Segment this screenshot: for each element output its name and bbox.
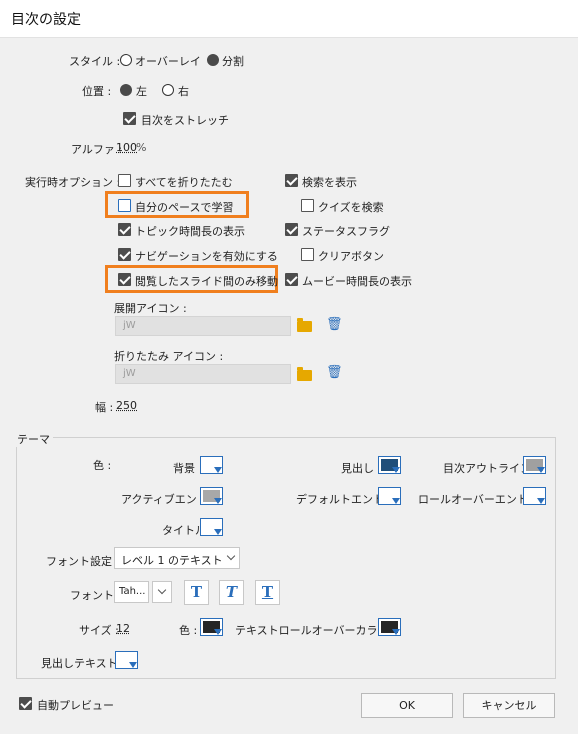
folder-icon[interactable]	[297, 318, 312, 332]
theme-group-label: テーマ	[14, 431, 53, 447]
alpha-label: アルファ :	[71, 143, 123, 156]
runtime-options-label: 実行時オプション :	[25, 176, 121, 189]
split-radio[interactable]	[207, 54, 219, 66]
width-value[interactable]: 250	[116, 399, 137, 412]
font-family-dropdown[interactable]	[152, 581, 172, 603]
movie-duration-checkbox[interactable]	[285, 273, 298, 286]
collapse-all-checkbox[interactable]	[118, 174, 131, 187]
size-value[interactable]: 12	[116, 622, 130, 635]
heading-color-swatch[interactable]	[378, 456, 401, 474]
left-radio[interactable]	[120, 84, 132, 96]
quiz-search-checkbox[interactable]	[301, 199, 314, 212]
expand-icon-field[interactable]: jW	[115, 316, 291, 336]
text-rollover-color-swatch[interactable]	[378, 618, 401, 636]
stretch-checkbox[interactable]	[123, 112, 136, 125]
title-bar: 目次の設定	[0, 0, 578, 38]
left-label[interactable]: 左	[136, 83, 147, 99]
text-rollover-color-label: テキストロールオーバーカラー :	[235, 624, 396, 637]
size-label: サイズ :	[79, 624, 119, 637]
bold-button[interactable]: T	[184, 580, 209, 605]
underline-button[interactable]: T	[255, 580, 280, 605]
topic-duration-checkbox[interactable]	[118, 223, 131, 236]
rollover-entry-color-swatch[interactable]	[523, 487, 546, 505]
show-search-label[interactable]: 検索を表示	[302, 174, 357, 190]
collapse-all-label[interactable]: すべてを折りたたむ	[135, 174, 233, 190]
text-color-label: 色 :	[179, 624, 198, 637]
clear-button-label[interactable]: クリアボタン	[318, 248, 384, 264]
auto-preview-checkbox[interactable]	[19, 697, 32, 710]
cancel-button[interactable]: キャンセル	[463, 693, 555, 718]
quiz-search-label[interactable]: クイズを検索	[318, 199, 384, 215]
font-setting-select[interactable]: レベル 1 のテキスト	[114, 547, 240, 569]
right-radio[interactable]	[162, 84, 174, 96]
toc-outline-label: 目次アウトライン	[443, 462, 531, 475]
active-entry-color-swatch[interactable]	[200, 487, 223, 505]
trash-icon[interactable]: 🗑	[326, 317, 343, 332]
clear-button-checkbox[interactable]	[301, 248, 314, 261]
background-label: 背景	[173, 462, 195, 475]
show-search-checkbox[interactable]	[285, 174, 298, 187]
stretch-label[interactable]: 目次をストレッチ	[141, 112, 229, 128]
alpha-unit: %	[136, 141, 147, 154]
font-setting-value: レベル 1 のテキスト	[121, 554, 223, 567]
toc-outline-color-swatch[interactable]	[523, 456, 546, 474]
movie-duration-label[interactable]: ムービー時間長の表示	[302, 273, 412, 289]
font-family-select[interactable]: Tah...	[114, 581, 149, 603]
collapse-icon-field[interactable]: jW	[115, 364, 291, 384]
folder-icon[interactable]	[297, 367, 312, 381]
italic-button[interactable]: T	[219, 580, 244, 605]
enable-navigation-label[interactable]: ナビゲーションを有効にする	[135, 248, 278, 264]
text-color-swatch[interactable]	[200, 618, 223, 636]
overlay-label[interactable]: オーバーレイ	[135, 53, 201, 69]
rollover-entry-label: ロールオーバーエントリ	[418, 493, 539, 506]
chevron-down-icon	[226, 551, 236, 561]
style-label: スタイル :	[69, 55, 121, 68]
status-flag-label[interactable]: ステータスフラグ	[302, 223, 390, 239]
heading-text-label: 見出しテキスト	[41, 657, 118, 670]
move-visited-checkbox[interactable]	[118, 273, 131, 286]
self-paced-label[interactable]: 自分のペースで学習	[135, 199, 233, 215]
color-label: 色 :	[93, 459, 112, 472]
background-color-swatch[interactable]	[200, 456, 223, 474]
overlay-radio[interactable]	[120, 54, 132, 66]
window-title: 目次の設定	[11, 12, 81, 28]
auto-preview-label[interactable]: 自動プレビュー	[37, 697, 114, 713]
width-label: 幅 :	[95, 401, 114, 414]
ok-button[interactable]: OK	[361, 693, 453, 718]
alpha-value[interactable]: 100	[116, 141, 137, 154]
status-flag-checkbox[interactable]	[285, 223, 298, 236]
title-color-swatch[interactable]	[200, 518, 223, 536]
move-visited-label[interactable]: 閲覧したスライド間のみ移動	[135, 273, 278, 289]
default-entry-color-swatch[interactable]	[378, 487, 401, 505]
font-family-value: Tah...	[119, 586, 146, 597]
split-label[interactable]: 分割	[222, 53, 244, 69]
heading-text-color-swatch[interactable]	[115, 651, 138, 669]
position-label: 位置 :	[82, 85, 112, 98]
right-label[interactable]: 右	[178, 83, 189, 99]
trash-icon[interactable]: 🗑	[326, 365, 343, 380]
self-paced-checkbox[interactable]	[118, 199, 131, 212]
collapse-icon-label: 折りたたみ アイコン :	[114, 350, 224, 363]
enable-navigation-checkbox[interactable]	[118, 248, 131, 261]
expand-icon-label: 展開アイコン :	[114, 302, 187, 315]
heading-label: 見出し	[341, 462, 374, 475]
font-setting-label: フォント設定 :	[46, 555, 120, 568]
topic-duration-label[interactable]: トピック時間長の表示	[135, 223, 245, 239]
chevron-down-icon	[157, 585, 167, 595]
